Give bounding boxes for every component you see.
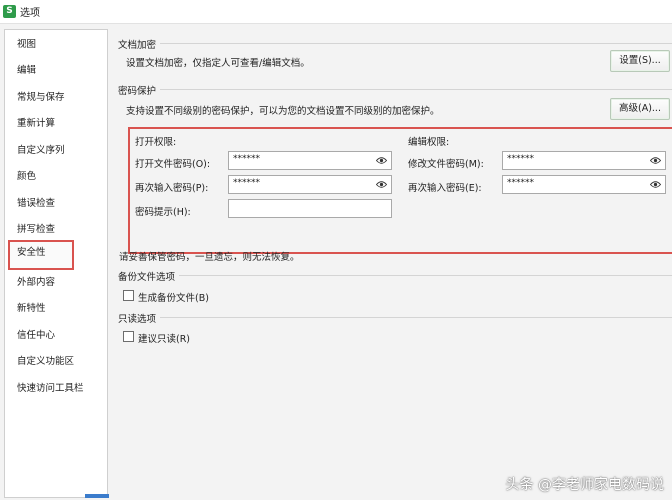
edit-permission-title: 编辑权限: [408,137,450,148]
show-password-eye-icon[interactable] [650,156,661,165]
show-password-eye-icon[interactable] [650,180,661,189]
sidebar-item-customize-ribbon[interactable]: 自定义功能区 [5,349,107,375]
sidebar-item-new-features[interactable]: 新特性 [5,296,107,322]
watermark-text: 头条 @李老师家电数码说 [505,477,664,493]
modify-confirm-value: ****** [507,178,534,188]
sidebar-item-security[interactable]: 安全性 [8,240,74,270]
open-confirm-value: ****** [233,178,260,188]
window-title: 选项 [20,8,40,19]
sidebar-item-edit[interactable]: 编辑 [5,58,107,84]
sidebar-item-general-save[interactable]: 常规与保存 [5,85,107,111]
modify-password-value: ****** [507,154,534,164]
section-title-protect: 密码保护 [118,83,161,97]
sidebar-item-color[interactable]: 颜色 [5,164,107,190]
password-hint-label: 密码提示(H): [135,207,191,218]
modify-password-label: 修改文件密码(M): [408,159,484,170]
encrypt-settings-button[interactable]: 设置(S)... [610,50,670,72]
backup-checkbox[interactable] [123,290,134,301]
sidebar-item-custom-lists[interactable]: 自定义序列 [5,138,107,164]
open-password-value: ****** [233,154,260,164]
modify-confirm-label: 再次输入密码(E): [408,183,482,194]
readonly-checkbox[interactable] [123,331,134,342]
section-title-encrypt: 文档加密 [118,37,161,51]
section-divider [118,275,672,276]
open-confirm-field[interactable]: ****** [228,175,392,194]
encrypt-description: 设置文档加密，仅指定人可查看/编辑文档。 [126,58,310,69]
backup-checkbox-label[interactable]: 生成备份文件(B) [138,290,209,304]
section-divider [118,43,672,44]
password-warning-note: 请妥善保管密码，一旦遗忘，则无法恢复。 [119,252,300,263]
sidebar-item-trust-center[interactable]: 信任中心 [5,323,107,349]
section-title-readonly: 只读选项 [118,311,161,325]
section-divider [118,89,672,90]
sidebar-scroll-indicator [85,494,109,498]
sidebar-item-view[interactable]: 视图 [5,32,107,58]
sidebar-item-recalculate[interactable]: 重新计算 [5,111,107,137]
open-permission-title: 打开权限: [135,137,177,148]
sidebar-item-error-check[interactable]: 错误检查 [5,191,107,217]
open-password-label: 打开文件密码(O): [135,159,211,170]
security-panel: 文档加密 设置文档加密，仅指定人可查看/编辑文档。 设置(S)... 密码保护 … [108,24,672,500]
show-password-eye-icon[interactable] [376,156,387,165]
section-divider [118,317,672,318]
title-bar: S 选项 [0,0,672,24]
readonly-checkbox-label[interactable]: 建议只读(R) [138,331,190,345]
modify-confirm-field[interactable]: ****** [502,175,666,194]
protect-description: 支持设置不同级别的密码保护，可以为您的文档设置不同级别的加密保护。 [126,106,440,117]
sidebar: 视图 编辑 常规与保存 重新计算 自定义序列 颜色 错误检查 拼写检查 安全性 … [4,29,109,498]
section-title-backup: 备份文件选项 [118,269,180,283]
show-password-eye-icon[interactable] [376,180,387,189]
password-settings-box: 打开权限: 打开文件密码(O): ****** 再次输入密码(P): *****… [128,127,672,254]
modify-password-field[interactable]: ****** [502,151,666,170]
advanced-button[interactable]: 高级(A)... [610,98,670,120]
password-hint-field[interactable] [228,199,392,218]
open-password-field[interactable]: ****** [228,151,392,170]
sidebar-item-external-content[interactable]: 外部内容 [5,270,107,296]
open-confirm-label: 再次输入密码(P): [135,183,209,194]
sidebar-item-quick-access-toolbar[interactable]: 快速访问工具栏 [5,376,107,402]
app-logo-icon: S [3,5,16,18]
